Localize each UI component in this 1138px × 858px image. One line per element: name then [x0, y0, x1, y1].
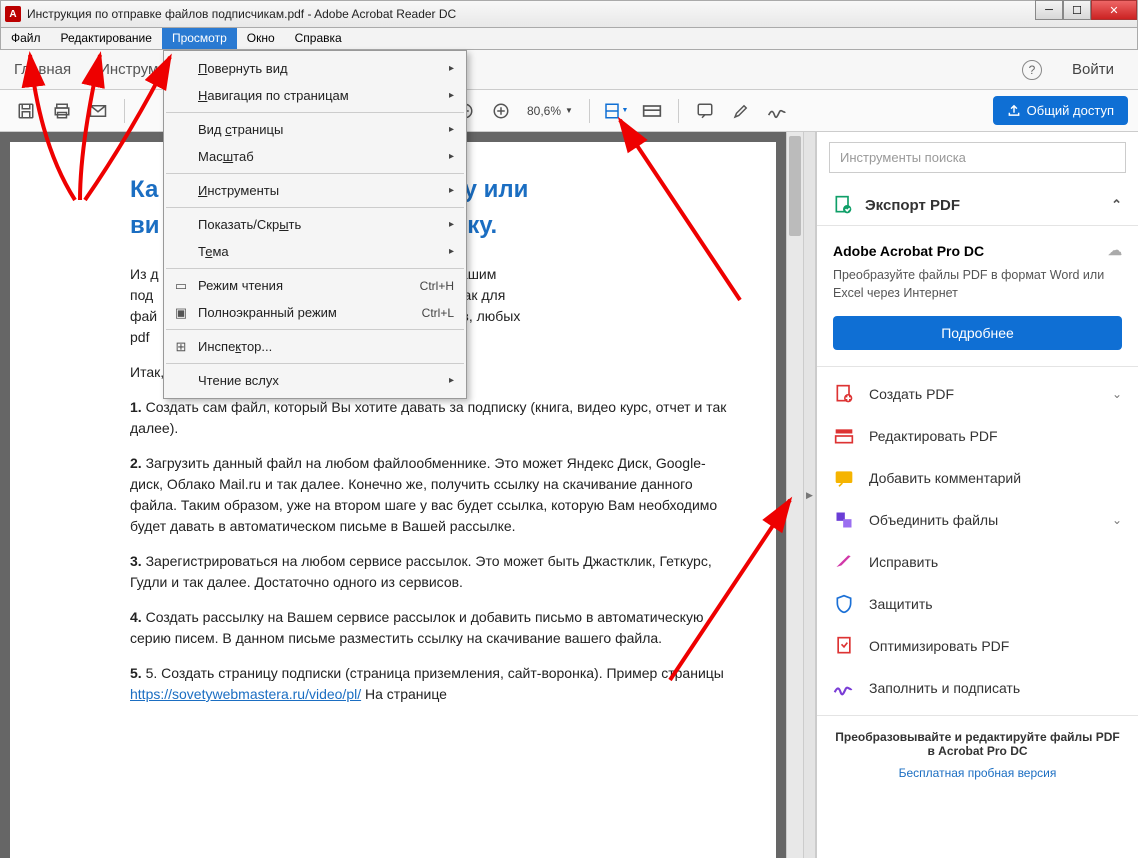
- menu-instruments[interactable]: Инструменты▸: [164, 177, 466, 204]
- menu-readmode[interactable]: ▭Режим чтенияCtrl+H: [164, 272, 466, 299]
- promo-button[interactable]: Подробнее: [833, 316, 1122, 350]
- promo-name: Adobe Acrobat Pro DC☁: [833, 242, 1122, 259]
- menu-window[interactable]: Окно: [237, 28, 285, 49]
- cloud-icon: ☁: [1108, 242, 1122, 259]
- search-tools-input[interactable]: Инструменты поиска: [829, 142, 1126, 173]
- minimize-button[interactable]: ─: [1035, 0, 1063, 20]
- menu-view[interactable]: Просмотр: [162, 28, 237, 49]
- collapse-panel-button[interactable]: ▶: [803, 132, 816, 858]
- menubar: Файл Редактирование Просмотр Окно Справк…: [0, 28, 1138, 50]
- close-button[interactable]: ✕: [1091, 0, 1137, 20]
- optimize-icon: [833, 635, 855, 657]
- tool-protect[interactable]: Защитить: [817, 583, 1138, 625]
- maximize-button[interactable]: ☐: [1063, 0, 1091, 20]
- tool-fillsign[interactable]: Заполнить и подписать: [817, 667, 1138, 709]
- tool-combine[interactable]: Объединить файлы⌄: [817, 499, 1138, 541]
- doc-link[interactable]: https://sovetywebmastera.ru/video/pl/: [130, 686, 361, 702]
- highlight-icon[interactable]: [725, 95, 757, 127]
- fillsign-icon: [833, 677, 855, 699]
- menu-inspector[interactable]: ⊞Инспектор...: [164, 333, 466, 360]
- promo-desc: Преобразуйте файлы PDF в формат Word или…: [833, 267, 1122, 302]
- tab-main[interactable]: Главная: [14, 61, 71, 78]
- help-icon[interactable]: ?: [1022, 60, 1042, 80]
- export-pdf-header[interactable]: Экспорт PDF ⌃: [817, 185, 1138, 226]
- protect-icon: [833, 593, 855, 615]
- menu-file[interactable]: Файл: [1, 28, 51, 49]
- inspector-icon: ⊞: [172, 338, 190, 356]
- doc-paragraph: 3. Зарегистрироваться на любом сервисе р…: [130, 551, 736, 593]
- tool-list: Создать PDF⌄ Редактировать PDF Добавить …: [817, 367, 1138, 715]
- zoom-in-icon[interactable]: [485, 95, 517, 127]
- trial-link[interactable]: Бесплатная пробная версия: [833, 766, 1122, 780]
- menu-scale[interactable]: Масштаб▸: [164, 143, 466, 170]
- tool-create-pdf[interactable]: Создать PDF⌄: [817, 373, 1138, 415]
- menu-rotate[interactable]: Повернуть вид▸: [164, 55, 466, 82]
- view-dropdown: Повернуть вид▸ Навигация по страницам▸ В…: [163, 50, 467, 399]
- page-view-icon[interactable]: [636, 95, 668, 127]
- doc-paragraph: 4. Создать рассылку на Вашем сервисе рас…: [130, 607, 736, 649]
- share-button[interactable]: Общий доступ: [993, 96, 1128, 125]
- comment-icon[interactable]: [689, 95, 721, 127]
- create-pdf-icon: [833, 383, 855, 405]
- menu-readaloud[interactable]: Чтение вслух▸: [164, 367, 466, 394]
- window-controls: ─ ☐ ✕: [1035, 0, 1137, 20]
- doc-paragraph: 5. 5. Создать страницу подписки (страниц…: [130, 663, 736, 705]
- menu-nav[interactable]: Навигация по страницам▸: [164, 82, 466, 109]
- fit-width-icon[interactable]: ▼: [600, 95, 632, 127]
- menu-pageview[interactable]: Вид страницы▸: [164, 116, 466, 143]
- menu-showhide[interactable]: Показать/Скрыть▸: [164, 211, 466, 238]
- fullscreen-icon: ▣: [172, 304, 190, 322]
- comment-icon: [833, 467, 855, 489]
- titlebar: A Инструкция по отправке файлов подписчи…: [0, 0, 1138, 28]
- menu-theme[interactable]: Тема▸: [164, 238, 466, 265]
- footer-text: Преобразовывайте и редактируйте файлы PD…: [833, 730, 1122, 758]
- sign-icon[interactable]: [761, 95, 793, 127]
- tool-comment[interactable]: Добавить комментарий: [817, 457, 1138, 499]
- readmode-icon: ▭: [172, 277, 190, 295]
- save-icon[interactable]: [10, 95, 42, 127]
- mail-icon[interactable]: [82, 95, 114, 127]
- menu-help[interactable]: Справка: [285, 28, 352, 49]
- window-title: Инструкция по отправке файлов подписчика…: [27, 7, 456, 21]
- login-button[interactable]: Войти: [1062, 61, 1124, 78]
- menu-fullscreen[interactable]: ▣Полноэкранный режимCtrl+L: [164, 299, 466, 326]
- combine-icon: [833, 509, 855, 531]
- fix-icon: [833, 551, 855, 573]
- tool-edit-pdf[interactable]: Редактировать PDF: [817, 415, 1138, 457]
- tool-optimize[interactable]: Оптимизировать PDF: [817, 625, 1138, 667]
- tool-fix[interactable]: Исправить: [817, 541, 1138, 583]
- chevron-up-icon: ⌃: [1111, 197, 1122, 213]
- right-panel: Инструменты поиска Экспорт PDF ⌃ Adobe A…: [816, 132, 1138, 858]
- panel-footer: Преобразовывайте и редактируйте файлы PD…: [817, 715, 1138, 794]
- doc-paragraph: 1. Создать сам файл, который Вы хотите д…: [130, 397, 736, 439]
- scrollbar-thumb[interactable]: [789, 136, 801, 236]
- chevron-down-icon: ⌄: [1112, 513, 1122, 527]
- chevron-down-icon: ⌄: [1112, 387, 1122, 401]
- scrollbar[interactable]: [786, 132, 803, 858]
- edit-pdf-icon: [833, 425, 855, 447]
- menu-edit[interactable]: Редактирование: [51, 28, 162, 49]
- doc-paragraph: 2. Загрузить данный файл на любом файлоо…: [130, 453, 736, 537]
- app-icon: A: [5, 6, 21, 22]
- zoom-level[interactable]: 80,6%▼: [527, 104, 573, 118]
- print-icon[interactable]: [46, 95, 78, 127]
- promo-box: Adobe Acrobat Pro DC☁ Преобразуйте файлы…: [817, 226, 1138, 367]
